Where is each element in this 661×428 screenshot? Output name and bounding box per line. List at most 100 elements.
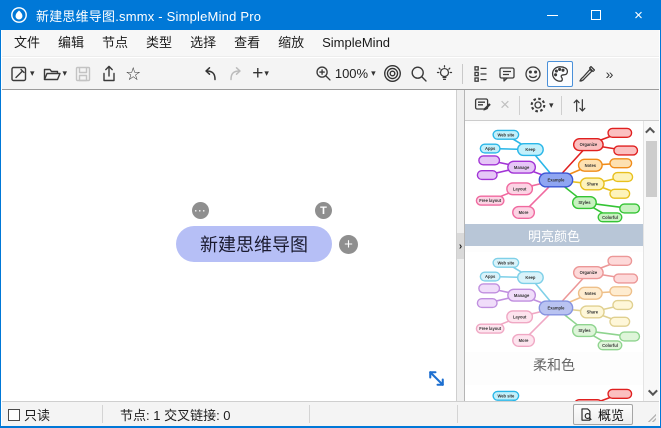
sort-styles-button[interactable] (568, 92, 591, 118)
svg-text:Share: Share (587, 309, 599, 314)
open-button[interactable]: ▾ (39, 61, 70, 87)
menu-item-zoom[interactable]: 缩放 (269, 30, 313, 56)
resize-grip[interactable] (648, 414, 656, 422)
style-item-bright-colors[interactable]: ExampleKeepWeb siteAppsManageLayoutFree … (465, 124, 643, 246)
plus-icon: + (252, 64, 263, 83)
style-preview-image: ExampleKeepWeb siteAppsManageLayoutFree … (465, 385, 643, 401)
menu-bar: 文件 编辑 节点 类型 选择 查看 缩放 SimpleMind (2, 30, 659, 57)
search-icon (409, 64, 429, 84)
open-folder-icon (41, 64, 62, 84)
svg-text:Example: Example (548, 306, 566, 311)
zoom-level-value: 100% (335, 66, 368, 81)
menu-item-file[interactable]: 文件 (5, 30, 49, 56)
statusbar-separator (309, 405, 310, 423)
svg-text:Keep: Keep (525, 147, 536, 152)
menu-item-type[interactable]: 类型 (137, 30, 181, 56)
readonly-toggle[interactable]: 只读 (8, 402, 50, 427)
paintbrush-icon (577, 64, 597, 84)
style-caption[interactable]: 柔和色 (465, 352, 643, 378)
scroll-down-button[interactable] (644, 384, 659, 400)
minimize-button[interactable] (531, 0, 574, 30)
style-item-partial[interactable]: ExampleKeepWeb siteAppsManageLayoutFree … (465, 385, 643, 401)
zoom-in-icon (314, 64, 333, 83)
panel-toolbar-separator (561, 96, 562, 115)
style-item-soft-colors[interactable]: ExampleKeepWeb siteAppsManageLayoutFree … (465, 252, 643, 378)
brainstorm-button[interactable] (433, 61, 456, 87)
svg-text:Styles: Styles (578, 200, 591, 205)
share-button[interactable] (97, 61, 121, 87)
add-dropdown-caret-icon[interactable]: ▾ (264, 68, 269, 79)
statusbar-separator (102, 405, 103, 423)
diagonal-resize-icon[interactable] (424, 366, 449, 391)
style-caption-selected[interactable]: 明亮颜色 (465, 224, 643, 246)
zoom-control[interactable]: 100% ▾ (312, 61, 378, 87)
node-more-actions-badge[interactable]: ··· (192, 202, 209, 219)
svg-text:Colorful: Colorful (602, 343, 618, 348)
palette-icon (550, 64, 570, 84)
save-icon (73, 64, 93, 84)
favorites-button[interactable]: ☆ (123, 61, 143, 87)
scrollbar-thumb[interactable] (646, 141, 657, 197)
minimize-icon (547, 15, 558, 16)
maximize-icon (591, 10, 601, 20)
toolbar-overflow-chevron[interactable]: » (606, 66, 614, 82)
readonly-checkbox[interactable] (8, 409, 20, 421)
style-preview-list[interactable]: ExampleKeepWeb siteAppsManageLayoutFree … (465, 121, 659, 401)
menu-item-view[interactable]: 查看 (225, 30, 269, 56)
star-icon: ☆ (125, 65, 141, 83)
save-button[interactable] (71, 61, 95, 87)
style-preview-image: ExampleKeepWeb siteAppsManageLayoutFree … (465, 124, 643, 224)
new-document-icon (9, 64, 29, 84)
redo-button[interactable] (224, 61, 248, 87)
format-painter-button[interactable] (575, 61, 599, 87)
undo-button[interactable] (198, 61, 222, 87)
svg-text:Notes: Notes (585, 163, 597, 168)
delete-style-button[interactable]: × (496, 95, 514, 115)
title-bar[interactable]: 新建思维导图.smmx - SimpleMind Pro × (1, 0, 660, 30)
style-settings-button[interactable]: ▾ (526, 92, 556, 118)
svg-text:Web site: Web site (497, 132, 515, 137)
settings-dropdown-caret-icon[interactable]: ▾ (549, 100, 554, 111)
sort-up-down-icon (570, 96, 589, 115)
edit-style-button[interactable] (471, 92, 495, 118)
search-button[interactable] (407, 61, 431, 87)
close-button[interactable]: × (617, 0, 660, 30)
toolbar-separator (462, 64, 463, 84)
notes-button[interactable] (495, 61, 519, 87)
new-dropdown-caret-icon[interactable]: ▾ (30, 68, 35, 79)
zoom-dropdown-caret-icon[interactable]: ▾ (371, 68, 376, 79)
node-text-badge[interactable]: T (315, 202, 332, 219)
edit-style-icon (473, 95, 493, 115)
add-element-button[interactable]: + ▾ (250, 61, 271, 87)
scroll-up-button[interactable] (644, 122, 659, 138)
panel-collapse-handle[interactable]: › (457, 233, 464, 259)
svg-text:Styles: Styles (578, 328, 591, 333)
outline-button[interactable] (469, 61, 493, 87)
overview-button[interactable]: 概览 (573, 404, 633, 425)
style-palette-button[interactable] (547, 61, 573, 87)
open-dropdown-caret-icon[interactable]: ▾ (63, 68, 68, 79)
menu-item-node[interactable]: 节点 (93, 30, 137, 56)
add-child-node-badge[interactable]: + (339, 235, 358, 254)
app-logo-icon (10, 6, 28, 24)
svg-text:Keep: Keep (525, 275, 536, 280)
menu-item-select[interactable]: 选择 (181, 30, 225, 56)
outline-hierarchy-icon (471, 64, 491, 84)
menu-item-edit[interactable]: 编辑 (49, 30, 93, 56)
menu-item-simplemind[interactable]: SimpleMind (313, 30, 399, 56)
new-mindmap-button[interactable]: ▾ (7, 61, 37, 87)
emoji-button[interactable] (521, 61, 545, 87)
panel-toolbar-separator (519, 96, 520, 115)
center-map-button[interactable] (380, 61, 405, 87)
panel-splitter[interactable]: › (456, 90, 465, 401)
maximize-button[interactable] (574, 0, 617, 30)
svg-text:Layout: Layout (513, 186, 527, 191)
smiley-icon (523, 64, 543, 84)
mindmap-canvas[interactable]: ··· T 新建思维导图 + (2, 90, 456, 401)
central-topic-node[interactable]: 新建思维导图 (176, 226, 332, 262)
svg-text:Web site: Web site (497, 393, 515, 398)
soft-colors-mindmap-thumbnail: ExampleKeepWeb siteAppsManageLayoutFree … (465, 252, 643, 352)
chevron-down-icon (648, 386, 658, 396)
panel-scrollbar[interactable] (643, 121, 659, 401)
readonly-label: 只读 (24, 405, 50, 424)
